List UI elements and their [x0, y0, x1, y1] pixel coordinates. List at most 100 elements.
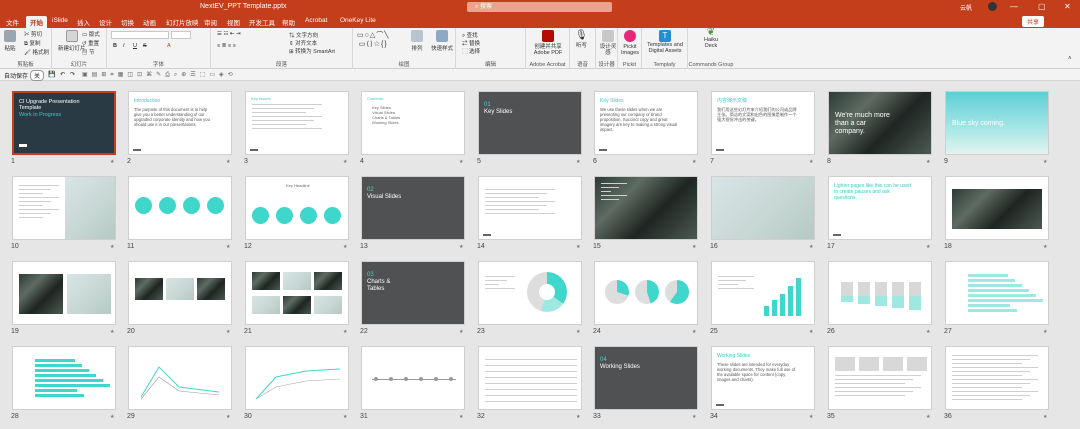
- haiku-deck-button[interactable]: ❦ Haiku Deck: [698, 28, 724, 50]
- smartart-button[interactable]: ⊞ 转换为 SmartArt: [289, 47, 335, 55]
- redo-icon[interactable]: ↷: [70, 71, 75, 78]
- select-button[interactable]: ⬚ 选择: [462, 47, 480, 55]
- format-painter-button[interactable]: 🖌 格式刷: [24, 48, 49, 56]
- undo-icon[interactable]: ↶: [60, 71, 65, 78]
- text-line: [952, 379, 1038, 380]
- slide-thumbnail[interactable]: Key Issues: [245, 91, 349, 155]
- tab-animations[interactable]: 动画: [143, 17, 156, 27]
- slide-thumbnail[interactable]: Contents Key Slides Visual Slides Charts & …: [361, 91, 465, 155]
- templafy-button[interactable]: T Templates and Digital Assets: [645, 30, 685, 54]
- tab-onekey[interactable]: OneKey Lite: [340, 17, 376, 24]
- dictate-button[interactable]: 🎙 听写: [575, 30, 588, 49]
- search-box[interactable]: ⌕ 搜索: [467, 2, 612, 12]
- slide-thumbnail[interactable]: [945, 176, 1049, 240]
- align-icon[interactable]: ≡ ≣ ≡ ≡: [217, 43, 236, 49]
- text-direction-button[interactable]: ⇅ 文字方向: [289, 31, 318, 39]
- align-text-button[interactable]: ⇕ 对齐文本: [289, 39, 317, 47]
- paste-button[interactable]: 粘贴: [4, 30, 16, 52]
- underline-button[interactable]: U: [133, 43, 137, 49]
- templafy-icon: T: [659, 30, 671, 42]
- slide-thumbnail[interactable]: [828, 261, 932, 325]
- tab-design[interactable]: 设计: [99, 17, 112, 27]
- slide-thumbnail[interactable]: [478, 346, 582, 410]
- slide-thumbnail[interactable]: [128, 176, 232, 240]
- italic-button[interactable]: I: [123, 43, 125, 49]
- slide-thumbnail[interactable]: CI Upgrade Presentation Template Work in …: [12, 91, 116, 155]
- slide-thumbnail[interactable]: [128, 261, 232, 325]
- slide-thumbnail[interactable]: [711, 176, 815, 240]
- replace-button[interactable]: ⇄ 替换: [462, 39, 480, 47]
- close-button[interactable]: ✕: [1064, 2, 1071, 11]
- maximize-button[interactable]: ▢: [1038, 2, 1046, 11]
- tab-developer[interactable]: 开发工具: [249, 17, 275, 27]
- reset-button[interactable]: ↺ 重置: [82, 39, 99, 47]
- slide-thumbnail[interactable]: [945, 261, 1049, 325]
- bold-button[interactable]: B: [113, 43, 117, 49]
- user-name[interactable]: 云帆: [960, 3, 972, 12]
- tab-view[interactable]: 视图: [227, 17, 240, 27]
- autosave-toggle[interactable]: 关: [30, 70, 45, 81]
- tab-insert[interactable]: 插入: [77, 17, 90, 27]
- tab-islide[interactable]: iSlide: [52, 17, 68, 24]
- tab-transitions[interactable]: 切换: [121, 17, 134, 27]
- slide-thumbnail[interactable]: We're much more than a car company.: [828, 91, 932, 155]
- design-ideas-button[interactable]: 设计灵感: [599, 30, 617, 56]
- logo-mark: [833, 234, 841, 236]
- tab-home[interactable]: 开始: [26, 16, 47, 28]
- share-button[interactable]: 共享: [1022, 16, 1045, 27]
- slide-thumbnail[interactable]: [594, 261, 698, 325]
- strikethrough-button[interactable]: S: [143, 43, 147, 49]
- create-pdf-button[interactable]: 创建并共享 Adobe PDF: [530, 30, 566, 56]
- slide-thumbnail[interactable]: [711, 261, 815, 325]
- slide-thumbnail[interactable]: 02 Visual Slides: [361, 176, 465, 240]
- slide-transition-icon: ★: [576, 329, 581, 335]
- slide-thumbnail[interactable]: [245, 261, 349, 325]
- quick-styles-button[interactable]: 快速样式: [431, 30, 453, 52]
- tab-help[interactable]: 帮助: [282, 17, 295, 27]
- cut-button[interactable]: ✂ 剪切: [24, 30, 42, 38]
- slide-thumbnail[interactable]: Key Slides We use these slides when we ar…: [594, 91, 698, 155]
- avatar[interactable]: [988, 2, 997, 11]
- slide-thumbnail[interactable]: 01 Key Slides: [478, 91, 582, 155]
- font-color-icon[interactable]: A: [167, 43, 171, 49]
- bullets-icon[interactable]: ☰ ☷ ⇤ ⇥: [217, 31, 241, 37]
- minimize-button[interactable]: —: [1010, 2, 1018, 11]
- section-button[interactable]: ▤ 节: [82, 48, 95, 56]
- slide-thumbnail[interactable]: [945, 346, 1049, 410]
- slide-thumbnail[interactable]: [478, 176, 582, 240]
- slide-thumbnail[interactable]: Blue sky coming.: [945, 91, 1049, 155]
- arrange-button[interactable]: 排列: [411, 30, 423, 52]
- layout-button[interactable]: ▭ 版式: [82, 30, 100, 38]
- tab-slideshow[interactable]: 幻灯片放映: [166, 17, 199, 27]
- slide-thumbnail[interactable]: 04 Working Slides: [594, 346, 698, 410]
- pickit-images-button[interactable]: Pickit Images: [620, 30, 640, 56]
- table-row: [485, 389, 577, 390]
- tab-file[interactable]: 文件: [6, 17, 19, 27]
- slide-thumbnail[interactable]: [594, 176, 698, 240]
- slide-thumbnail[interactable]: [828, 346, 932, 410]
- slide-thumbnail[interactable]: [12, 346, 116, 410]
- slide-thumbnail[interactable]: [245, 346, 349, 410]
- photo-placeholder: [314, 272, 342, 290]
- slide-thumbnail[interactable]: 内容演示文稿 我们用这些幻灯片来介绍我们的公司或品牌主张。简洁的文案和出色的图像是…: [711, 91, 815, 155]
- font-name-select[interactable]: [111, 31, 169, 39]
- save-icon[interactable]: 💾: [48, 71, 55, 78]
- slide-thumbnail[interactable]: [478, 261, 582, 325]
- shapes-gallery[interactable]: ▭○△⌒╲ ▭⟨⟩☆{}: [357, 30, 389, 48]
- slide-thumbnail[interactable]: Key Headline: [245, 176, 349, 240]
- collapse-ribbon-icon[interactable]: ˄: [1068, 56, 1072, 62]
- slide-thumbnail[interactable]: [361, 346, 465, 410]
- bar-mark: [892, 282, 904, 296]
- slide-thumbnail[interactable]: 03 Charts & Tables: [361, 261, 465, 325]
- slide-thumbnail[interactable]: Working Slides These slides are intended …: [711, 346, 815, 410]
- slide-thumbnail[interactable]: [12, 176, 116, 240]
- slide-thumbnail[interactable]: Introduction The purpose of this document…: [128, 91, 232, 155]
- font-size-select[interactable]: [171, 31, 191, 39]
- copy-button[interactable]: ⧉ 复制: [24, 39, 40, 48]
- slide-thumbnail[interactable]: [128, 346, 232, 410]
- qat-tools[interactable]: ▣▤⊞⌗▦◫⊡⌘✎⎙⌕⊕☰⬚▭◈⟲: [82, 71, 237, 79]
- tab-acrobat[interactable]: Acrobat: [305, 17, 327, 24]
- tab-review[interactable]: 审阅: [204, 17, 217, 27]
- slide-thumbnail[interactable]: Lighter pages like this can be used to c…: [828, 176, 932, 240]
- slide-thumbnail[interactable]: [12, 261, 116, 325]
